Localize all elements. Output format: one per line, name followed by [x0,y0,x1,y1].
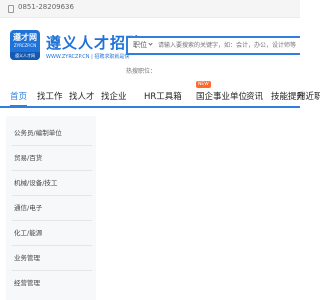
divider [12,245,92,246]
site-logo-badge[interactable]: 遵才网 ZYRCZP.CN 遵义人才网 [10,30,40,60]
search-input[interactable] [158,39,302,52]
phone-icon [8,5,14,13]
nav-find-company[interactable]: 找企业 [101,90,127,102]
category-item[interactable]: 通信/电子 [14,202,42,212]
divider [12,145,92,146]
nav-news[interactable]: 资讯 [246,90,263,102]
nav-hr-toolbox[interactable]: HR工具箱 [144,90,182,102]
nav-find-job[interactable]: 找工作 [37,90,63,102]
hot-search-label: 热搜职位： [126,68,157,75]
nav-state-enterprise[interactable]: 国企事业单位 [196,90,247,102]
search-bar: 职位 [126,36,302,55]
search-type-label: 职位 [133,41,147,49]
logo-badge-bottom: 遵义人才网 [10,52,40,60]
category-item[interactable]: 化工/能源 [14,227,42,237]
divider [12,195,92,196]
category-item[interactable]: 贸易/百货 [14,152,42,162]
nav-home[interactable]: 首页 [10,90,28,107]
new-badge: NEW [196,81,211,88]
divider [12,220,92,221]
category-item[interactable]: 经营管理 [14,277,40,287]
divider [12,170,92,171]
hotline-phone: 0851-28209636 [18,3,74,11]
category-sidebar: 公务员/编制单位 贸易/百货 机械/设备/技工 通信/电子 化工/能源 业务管理… [6,116,96,300]
divider [12,270,92,271]
logo-badge-sub: ZYRCZP.CN [13,43,37,48]
category-item[interactable]: 公务员/编制单位 [14,127,62,137]
nav-nearby-jobs[interactable]: 附近职位 [297,90,320,102]
nav-find-talent[interactable]: 找人才 [69,90,95,102]
category-item[interactable]: 机械/设备/技工 [14,177,57,187]
main-nav: 首页 找工作 找人才 找企业 HR工具箱 国企事业单位 资讯 技能提升 附近职位 [0,86,320,108]
chevron-down-icon [148,41,153,46]
category-item[interactable]: 业务管理 [14,252,40,262]
search-type-dropdown[interactable]: 职位 [133,40,153,50]
site-slogan: WWW.ZYRCZP.CN | 招聘求职就是快 [46,54,130,60]
logo-badge-text: 遵才网 [13,33,37,42]
top-bar: 0851-28209636 [0,0,300,18]
